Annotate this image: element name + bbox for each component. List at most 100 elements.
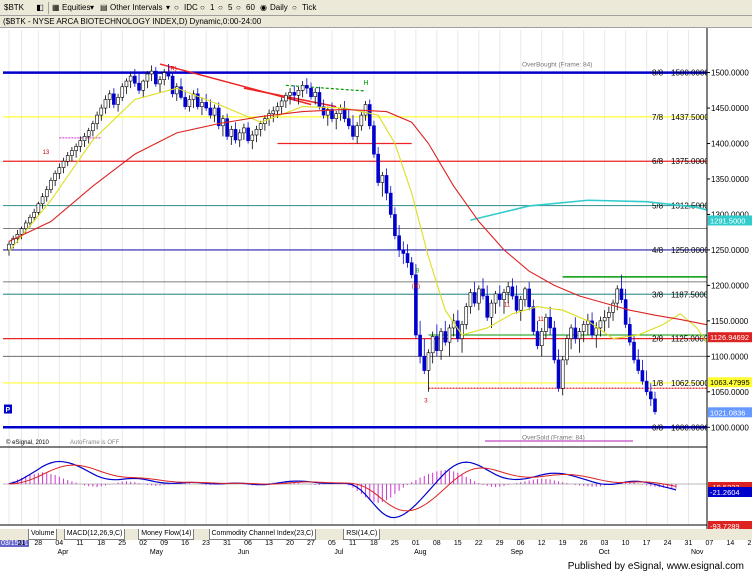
interval-5[interactable]: 5 [228,2,232,13]
level-price-label: 1062.5000 [671,379,709,388]
candle-body [70,150,74,156]
radio-icon[interactable]: ◉ [260,2,267,13]
candle-body [250,134,255,141]
equities-menu[interactable]: Equities [62,2,90,13]
x-tick-label: 18 [369,540,378,547]
candle-body [242,127,246,134]
level-fraction-label: 3/8 [652,290,664,299]
radio-icon[interactable]: ○ [174,2,179,13]
candle-body [447,327,452,343]
candle-body [305,85,309,89]
candle-body [279,100,284,107]
candle-body [40,196,45,205]
candle-body [581,324,586,332]
interval-daily[interactable]: Daily [270,2,288,13]
candle-body [145,73,150,82]
candle-body [565,338,569,361]
candle-body [472,292,477,304]
link-icon[interactable]: ◧ [36,2,44,13]
candle-body [573,327,578,339]
radio-icon[interactable]: ○ [218,2,223,13]
candle-body [107,93,112,100]
candle-body [363,104,368,116]
x-tick-label: 12 [537,540,546,547]
candle-body [552,327,557,361]
other-intervals-menu[interactable]: Other Intervals [110,2,162,13]
indicator-tab[interactable]: Money Flow(14) [138,529,195,540]
candle-body [497,293,502,300]
interval-1[interactable]: 1 [210,2,214,13]
indicator-tab[interactable]: MACD(12,26,9,C) [63,529,126,540]
radio-icon[interactable]: ○ [200,2,205,13]
candle-body [158,79,162,85]
reversal-marker: (R) [168,67,176,73]
candle-body [292,92,297,96]
candle-body [518,299,523,311]
footer: Published by eSignal, www.esignal.com [0,558,752,575]
y-tick-label: 1050.0000 [711,388,749,397]
count-marker: 13 [43,150,50,156]
month-label: Nov [690,549,704,556]
candle-body [78,140,83,147]
candle-body [212,107,217,116]
candle-body [514,295,519,311]
candle-body [200,102,204,107]
indicator-tab[interactable]: Commodity Channel Index(23,C) [208,529,317,540]
candle-body [464,306,469,325]
candle-body [141,80,146,91]
y-tick-label: 1450.0000 [711,104,749,113]
candle-body [57,167,62,174]
candle-body [36,203,41,213]
macd-badge-label: -93.7289 [710,522,740,529]
candle-body [510,286,515,297]
dropdown-arrow-icon[interactable]: ▾ [90,2,94,13]
month-label: May [149,549,164,556]
candle-body [133,75,137,84]
candle-body [254,129,259,136]
candle-body [493,293,498,304]
candle-body [28,216,32,224]
x-tick-label: 11 [76,540,84,547]
x-tick-label: 06 [244,540,252,547]
candle-body [531,306,536,332]
radio-icon[interactable]: ○ [236,2,241,13]
candle-body [246,127,250,141]
interval-idc[interactable]: IDC [184,2,198,13]
y-tick-label: 1150.0000 [711,317,749,326]
candle-body [334,113,338,119]
month-label: Jun [237,549,250,556]
candle-body [23,222,28,229]
copyright-label: © eSignal, 2010 [6,439,49,446]
candle-body [409,262,414,276]
autoframe-label: AutoFrame is OFF [70,440,120,446]
symbol-field[interactable]: $BTK [4,2,24,13]
candle-body [351,125,355,137]
candle-body [137,82,141,91]
candle-body [485,295,490,318]
macd-badge-label: -21.2604 [710,488,740,497]
candle-body [607,312,611,318]
radio-icon[interactable]: ○ [292,2,297,13]
interval-tick[interactable]: Tick [302,2,316,13]
candle-body [162,72,167,80]
candle-body [523,288,527,300]
dropdown-arrow-icon[interactable]: ▾ [166,2,170,13]
level-fraction-label: 4/8 [652,246,664,255]
candle-body [313,92,318,97]
interval-60[interactable]: 60 [246,2,255,13]
level-price-label: 1187.5000 [671,290,709,299]
level-fraction-label: 0/8 [652,423,664,432]
indicator-tab[interactable]: RSI(14,C) [343,529,381,540]
candle-body [376,153,380,183]
x-tick-label: 24 [663,540,672,547]
month-label: Apr [57,549,69,556]
candle-body [644,380,649,393]
candle-body [623,299,628,325]
chart-canvas: 8/8 1500.00007/8 1437.50006/8 1375.00005/8 1… [0,28,752,529]
publisher-credit: Published by eSignal, www.esignal.com [567,561,744,572]
x-tick-label: 27 [307,540,315,547]
indicator-tab[interactable]: Volume [28,529,58,540]
candle-body [65,155,70,162]
candle-body [44,189,49,198]
x-tick-label: 13 [265,540,273,547]
